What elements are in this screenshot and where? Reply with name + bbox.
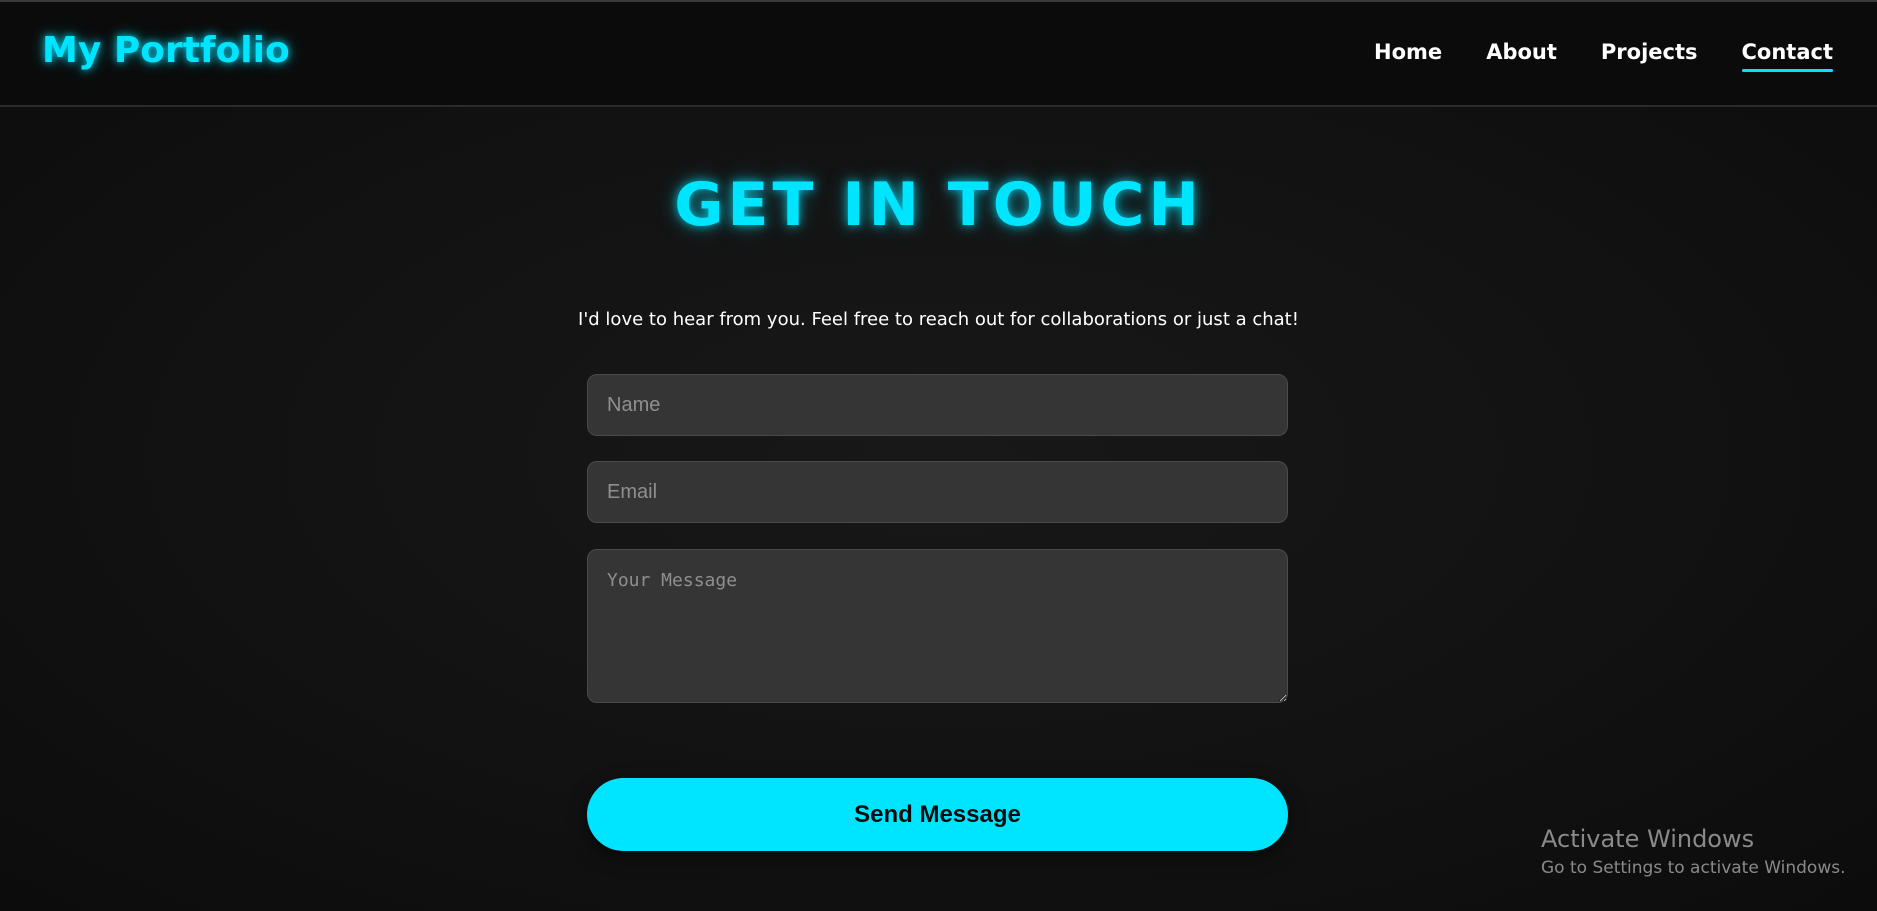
send-message-button[interactable]: Send Message [587, 778, 1288, 851]
message-textarea[interactable] [587, 549, 1288, 703]
nav-link-about[interactable]: About [1486, 40, 1557, 70]
contact-subtitle: I'd love to hear from you. Feel free to … [578, 309, 1299, 330]
activation-title: Activate Windows [1541, 825, 1755, 853]
page-title: GET IN TOUCH [674, 170, 1203, 240]
name-input[interactable] [587, 374, 1288, 436]
site-logo[interactable]: My Portfolio [42, 30, 290, 71]
nav-link-projects[interactable]: Projects [1601, 40, 1698, 70]
windows-activation-watermark: Activate Windows Go to Settings to activ… [1541, 823, 1846, 881]
nav-menu: Home About Projects Contact [1374, 40, 1833, 72]
navbar: My Portfolio Home About Projects Contact [0, 2, 1877, 107]
email-input[interactable] [587, 461, 1288, 523]
activation-subtitle: Go to Settings to activate Windows. [1541, 858, 1846, 878]
nav-link-home[interactable]: Home [1374, 40, 1442, 70]
nav-link-contact[interactable]: Contact [1741, 40, 1833, 72]
